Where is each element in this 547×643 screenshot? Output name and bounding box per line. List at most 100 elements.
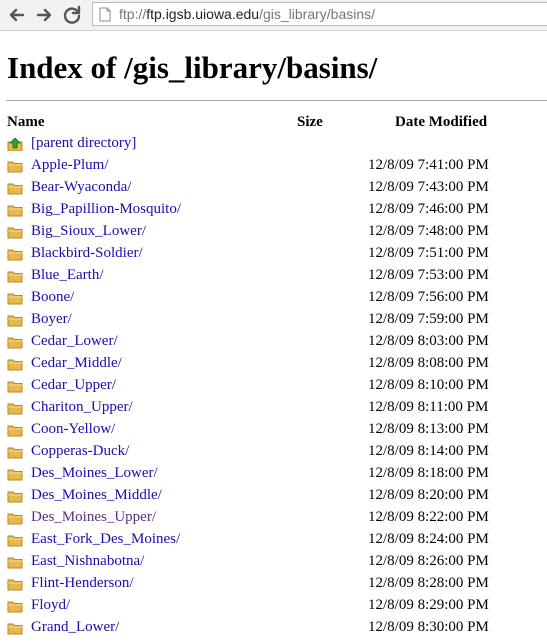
- folder-icon: [7, 337, 23, 349]
- parent-directory-row: [parent directory]: [0, 133, 547, 155]
- folder-icon: [7, 293, 23, 305]
- entry-date: 12/8/09 7:41:00 PM: [368, 157, 489, 173]
- folder-icon: [7, 161, 23, 173]
- entry-date: 12/8/09 7:43:00 PM: [368, 179, 489, 195]
- entry-date: 12/8/09 8:14:00 PM: [368, 443, 489, 459]
- parent-directory-link[interactable]: [parent directory]: [31, 135, 136, 152]
- entry-date: 12/8/09 7:56:00 PM: [368, 289, 489, 305]
- entry-link[interactable]: Blackbird-Soldier/: [31, 245, 143, 262]
- entry-date: 12/8/09 7:51:00 PM: [368, 245, 489, 261]
- table-row: Floyd/12/8/09 8:29:00 PM: [0, 595, 547, 617]
- folder-icon: [7, 249, 23, 261]
- entry-date: 12/8/09 7:59:00 PM: [368, 311, 489, 327]
- entry-link[interactable]: Coon-Yellow/: [31, 421, 115, 438]
- table-row: Des_Moines_Middle/12/8/09 8:20:00 PM: [0, 485, 547, 507]
- entry-date: 12/8/09 7:53:00 PM: [368, 267, 489, 283]
- browser-toolbar: ftp://ftp.igsb.uiowa.edu/gis_library/bas…: [0, 0, 547, 31]
- url-path: /gis_library/basins/: [259, 6, 376, 22]
- table-row: Boyer/12/8/09 7:59:00 PM: [0, 309, 547, 331]
- entry-link[interactable]: Chariton_Upper/: [31, 399, 133, 416]
- entry-link[interactable]: Cedar_Lower/: [31, 333, 118, 350]
- folder-icon: [7, 227, 23, 239]
- entry-date: 12/8/09 8:30:00 PM: [368, 619, 489, 635]
- entry-date: 12/8/09 8:24:00 PM: [368, 531, 489, 547]
- table-row: East_Fork_Des_Moines/12/8/09 8:24:00 PM: [0, 529, 547, 551]
- entry-date: 12/8/09 8:13:00 PM: [368, 421, 489, 437]
- column-header-size[interactable]: Size: [297, 114, 323, 131]
- entry-date: 12/8/09 8:26:00 PM: [368, 553, 489, 569]
- folder-icon: [7, 403, 23, 415]
- folder-icon: [7, 513, 23, 525]
- reload-button[interactable]: [61, 4, 83, 26]
- folder-icon: [7, 557, 23, 569]
- page-title: Index of /gis_library/basins/: [7, 50, 378, 85]
- table-row: Copperas-Duck/12/8/09 8:14:00 PM: [0, 441, 547, 463]
- entry-date: 12/8/09 8:08:00 PM: [368, 355, 489, 371]
- entry-link[interactable]: Des_Moines_Middle/: [31, 487, 162, 504]
- entry-link[interactable]: Grand_Lower/: [31, 619, 119, 636]
- entry-link[interactable]: Boyer/: [31, 311, 72, 328]
- divider: [6, 100, 547, 101]
- entry-date: 12/8/09 7:48:00 PM: [368, 223, 489, 239]
- page-icon: [99, 7, 111, 22]
- folder-icon: [7, 447, 23, 459]
- folder-icon: [7, 601, 23, 613]
- table-row: Blackbird-Soldier/12/8/09 7:51:00 PM: [0, 243, 547, 265]
- back-arrow-icon: [9, 8, 25, 22]
- folder-icon: [7, 579, 23, 591]
- entry-link[interactable]: Flint-Henderson/: [31, 575, 134, 592]
- folder-icon: [7, 491, 23, 503]
- address-bar[interactable]: ftp://ftp.igsb.uiowa.edu/gis_library/bas…: [92, 2, 547, 26]
- table-row: Apple-Plum/12/8/09 7:41:00 PM: [0, 155, 547, 177]
- table-row: Big_Papillion-Mosquito/12/8/09 7:46:00 P…: [0, 199, 547, 221]
- address-url: ftp://ftp.igsb.uiowa.edu/gis_library/bas…: [119, 3, 375, 25]
- entry-link[interactable]: East_Fork_Des_Moines/: [31, 531, 180, 548]
- table-row: Des_Moines_Lower/12/8/09 8:18:00 PM: [0, 463, 547, 485]
- entry-link[interactable]: Copperas-Duck/: [31, 443, 129, 460]
- entry-link[interactable]: Big_Sioux_Lower/: [31, 223, 146, 240]
- table-row: Cedar_Upper/12/8/09 8:10:00 PM: [0, 375, 547, 397]
- table-row: Big_Sioux_Lower/12/8/09 7:48:00 PM: [0, 221, 547, 243]
- entry-link[interactable]: Bear-Wyaconda/: [31, 179, 131, 196]
- forward-button[interactable]: [33, 4, 55, 26]
- entry-link[interactable]: Big_Papillion-Mosquito/: [31, 201, 181, 218]
- folder-icon: [7, 469, 23, 481]
- column-header-name[interactable]: Name: [7, 114, 45, 131]
- entry-link[interactable]: Blue_Earth/: [31, 267, 103, 284]
- folder-icon: [7, 381, 23, 393]
- entry-date: 12/8/09 8:29:00 PM: [368, 597, 489, 613]
- table-row: Blue_Earth/12/8/09 7:53:00 PM: [0, 265, 547, 287]
- folder-icon: [7, 183, 23, 195]
- entry-link[interactable]: Boone/: [31, 289, 74, 306]
- url-scheme: ftp://: [119, 6, 147, 22]
- folder-icon: [7, 623, 23, 635]
- forward-arrow-icon: [36, 8, 52, 22]
- table-row: Boone/12/8/09 7:56:00 PM: [0, 287, 547, 309]
- folder-icon: [7, 315, 23, 327]
- folder-icon: [7, 205, 23, 217]
- entry-link[interactable]: Des_Moines_Upper/: [31, 509, 156, 526]
- entry-link[interactable]: Cedar_Middle/: [31, 355, 122, 372]
- table-row: Grand_Lower/12/8/09 8:30:00 PM: [0, 617, 547, 639]
- table-row: Cedar_Middle/12/8/09 8:08:00 PM: [0, 353, 547, 375]
- entry-date: 12/8/09 8:28:00 PM: [368, 575, 489, 591]
- folder-icon: [7, 425, 23, 437]
- folder-icon: [7, 271, 23, 283]
- table-row: Flint-Henderson/12/8/09 8:28:00 PM: [0, 573, 547, 595]
- table-row: Bear-Wyaconda/12/8/09 7:43:00 PM: [0, 177, 547, 199]
- entry-date: 12/8/09 8:03:00 PM: [368, 333, 489, 349]
- entry-link[interactable]: Apple-Plum/: [31, 157, 109, 174]
- back-button[interactable]: [6, 4, 28, 26]
- table-row: Chariton_Upper/12/8/09 8:11:00 PM: [0, 397, 547, 419]
- folder-icon: [7, 535, 23, 547]
- entry-link[interactable]: Des_Moines_Lower/: [31, 465, 158, 482]
- up-arrow-icon: [7, 137, 23, 151]
- entry-date: 12/8/09 8:10:00 PM: [368, 377, 489, 393]
- table-row: East_Nishnabotna/12/8/09 8:26:00 PM: [0, 551, 547, 573]
- column-header-date[interactable]: Date Modified: [395, 114, 487, 131]
- file-list: [parent directory] Apple-Plum/12/8/09 7:…: [0, 133, 547, 639]
- entry-link[interactable]: Floyd/: [31, 597, 70, 614]
- entry-date: 12/8/09 8:22:00 PM: [368, 509, 489, 525]
- entry-link[interactable]: East_Nishnabotna/: [31, 553, 144, 570]
- entry-link[interactable]: Cedar_Upper/: [31, 377, 116, 394]
